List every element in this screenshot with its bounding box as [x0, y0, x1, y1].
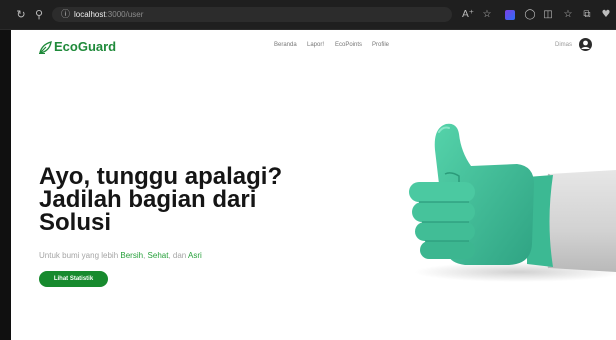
url-path: :3000/user [105, 10, 144, 19]
nav-ecopoints[interactable]: EcoPoints [335, 42, 362, 48]
heart-icon[interactable]: ♥ [599, 8, 613, 22]
nav-profile[interactable]: Profile [372, 42, 389, 48]
split-screen-icon[interactable]: ◫ [541, 8, 555, 22]
subtitle-bersih: Bersih [120, 251, 144, 260]
search-icon[interactable]: ⚲ [32, 8, 46, 22]
subtitle-separator-2: , dan [168, 251, 189, 260]
logo[interactable]: EcoGuard [38, 38, 116, 56]
favorites-bar-icon[interactable]: ☆ [561, 8, 575, 22]
thumbs-up-illustration [409, 123, 616, 282]
address-bar[interactable]: ⓘ localhost:3000/user [52, 7, 452, 22]
copilot-icon[interactable]: ◯ [523, 8, 537, 22]
headline-line-3: Solusi [39, 209, 112, 236]
user-name[interactable]: Dimas [555, 42, 572, 48]
favorite-icon[interactable]: ☆ [480, 8, 494, 22]
browser-toolbar: ↻ ⚲ ⓘ localhost:3000/user A⁺ ☆ ◯ ◫ ☆ ⧉ ♥ [0, 0, 616, 30]
collections-icon[interactable]: ⧉ [580, 8, 594, 22]
hero-subtitle: Untuk bumi yang lebih Bersih, Sehat, dan… [39, 251, 202, 260]
subtitle-sehat: Sehat [147, 251, 169, 260]
nav-beranda[interactable]: Beranda [274, 42, 297, 48]
url-host: localhost [74, 10, 106, 19]
logo-text: EcoGuard [54, 39, 117, 54]
page-content: EcoGuard Beranda Lapor! EcoPoints Profil… [11, 30, 616, 340]
extension-icon[interactable] [505, 10, 515, 20]
view-statistics-button[interactable]: Lihat Statistik [39, 271, 108, 287]
nav-lapor[interactable]: Lapor! [307, 42, 324, 48]
leaf-icon [39, 41, 52, 55]
user-avatar-icon[interactable] [579, 38, 592, 51]
subtitle-prefix: Untuk bumi yang lebih [39, 251, 121, 260]
read-aloud-icon[interactable]: A⁺ [461, 8, 475, 22]
refresh-icon[interactable]: ↻ [14, 8, 28, 22]
hero-headline: Ayo, tunggu apalagi? Jadilah bagian dari… [39, 165, 339, 236]
subtitle-asri: Asri [188, 251, 202, 260]
info-icon[interactable]: ⓘ [61, 7, 70, 22]
